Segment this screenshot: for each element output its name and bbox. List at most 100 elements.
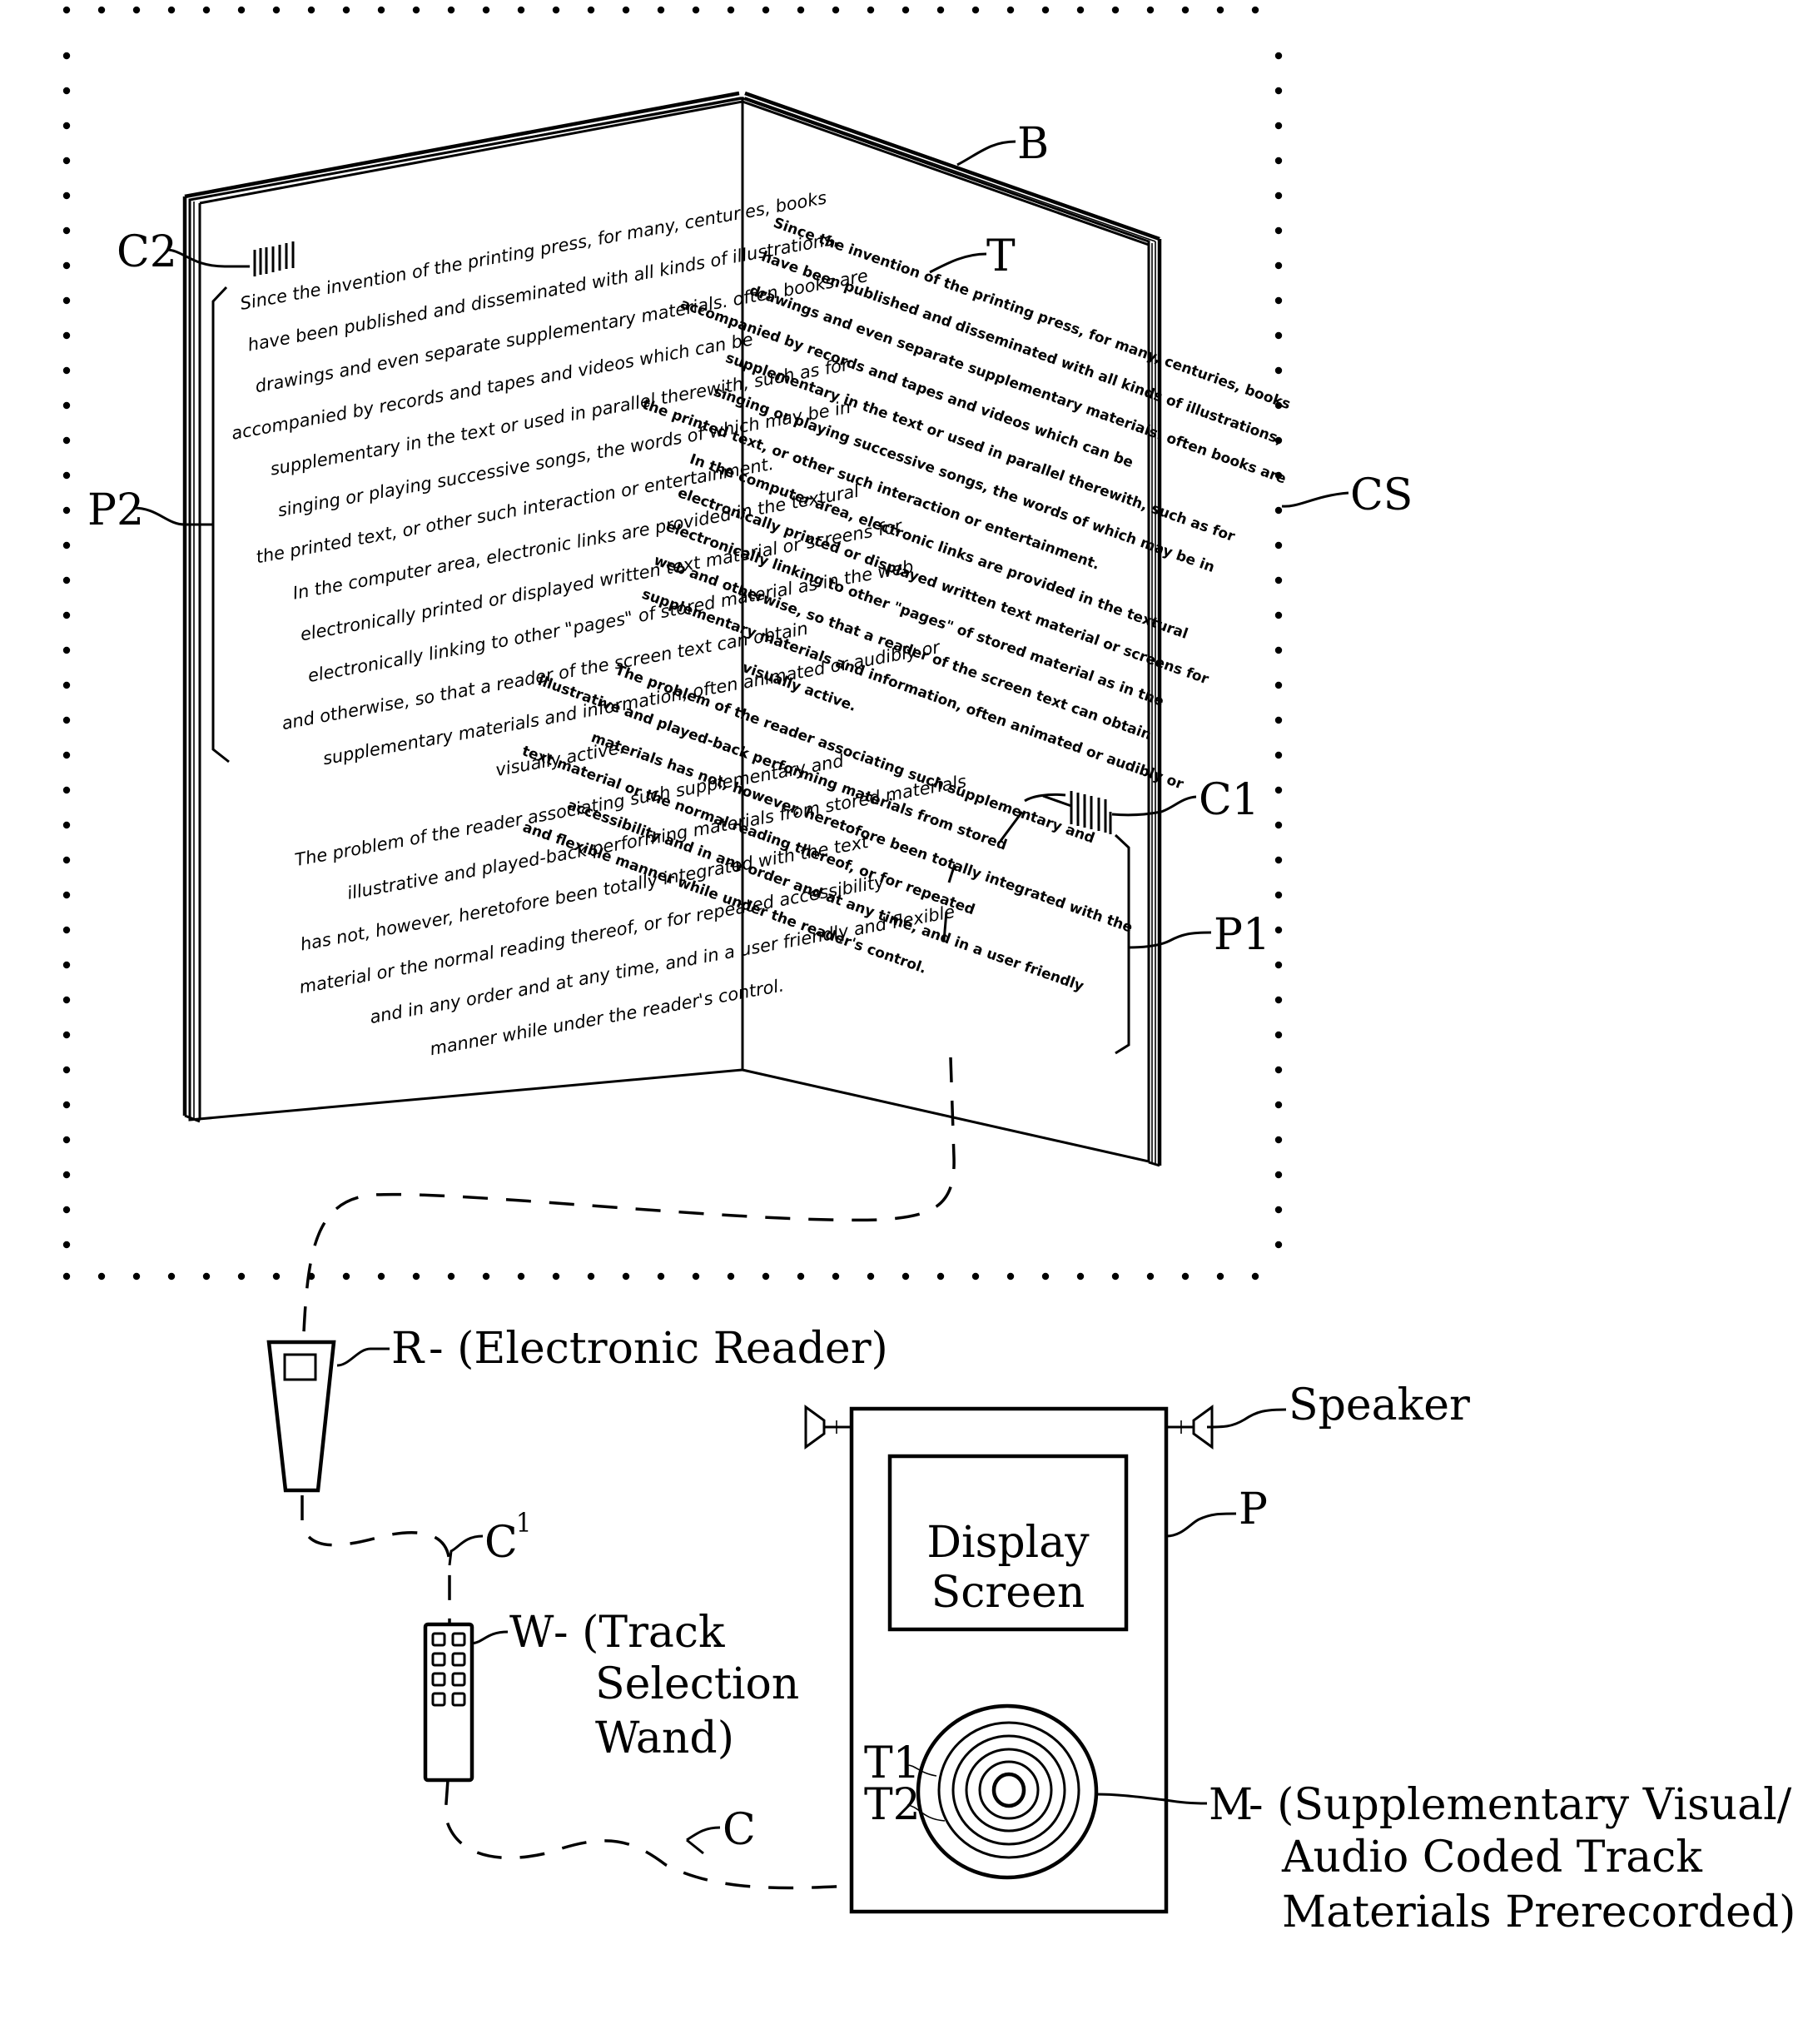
media-description-1: - (Supplementary Visual/ [1249,1780,1792,1830]
boundary-dot [62,1066,71,1074]
boundary-dot [62,6,71,14]
boundary-dot [1251,1272,1259,1281]
label-r: R [391,1324,425,1374]
boundary-dot [167,1272,176,1281]
boundary-dot [1274,576,1283,584]
media-description-3: Materials Prerecorded) [1282,1887,1793,1937]
boundary-dot [587,1272,595,1281]
boundary-dot [1274,961,1283,969]
boundary-dot [692,1272,700,1281]
label-cs: CS [1350,470,1413,520]
boundary-dot [657,1272,665,1281]
label-p2: P2 [87,485,144,535]
boundary-dot [1111,6,1120,14]
wand-button [431,1672,446,1687]
boundary-dot [97,6,106,14]
boundary-dot [1274,996,1283,1004]
screen-text-1: Display [926,1518,1090,1568]
boundary-dot [377,1272,385,1281]
boundary-dot [867,1272,875,1281]
boundary-dot [1274,611,1283,619]
boundary-dot [1274,1206,1283,1214]
wand-button [451,1632,466,1647]
boundary-dot [1274,681,1283,689]
boundary-dot [342,1272,350,1281]
boundary-dot [1274,506,1283,515]
boundary-dot [1146,6,1155,14]
boundary-dot [412,6,420,14]
boundary-dot [1274,856,1283,864]
electronic-reader [266,1340,336,1493]
label-b: B [1017,119,1049,169]
boundary-dot [482,6,490,14]
boundary-dot [762,1272,770,1281]
book: Since the invention of the printing pres… [182,91,1293,1167]
boundary-dot [62,786,71,794]
boundary-dot [1274,1171,1283,1179]
boundary-dot [62,122,71,130]
boundary-dot [237,1272,246,1281]
boundary-dot [1076,1272,1085,1281]
boundary-dot [1274,926,1283,934]
track-selection-wand [423,1622,474,1783]
label-c1-superscript: 1 [516,1507,531,1539]
boundary-dot [62,576,71,584]
reader-window [283,1353,317,1381]
label-c1: C1 [1199,775,1259,825]
boundary-dot [62,611,71,619]
boundary-dot [62,366,71,375]
cable-reader-to-wand [300,1495,451,1624]
boundary-dot [342,6,350,14]
label-m: M [1209,1780,1253,1830]
boundary-dot [832,1272,840,1281]
boundary-dot [901,1272,910,1281]
boundary-dot [867,6,875,14]
boundary-dot [1274,122,1283,130]
boundary-dot [62,191,71,200]
boundary-dot [62,646,71,654]
boundary-dot [1274,157,1283,165]
boundary-dot [62,52,71,60]
boundary-dot [727,1272,735,1281]
boundary-dot [62,1031,71,1039]
boundary-dot [62,1171,71,1179]
boundary-dot [1274,1136,1283,1144]
boundary-dot [1274,1241,1283,1249]
boundary-dot [1041,1272,1050,1281]
boundary-dot [132,6,141,14]
boundary-dot [622,1272,630,1281]
boundary-dot [62,471,71,480]
boundary-dot [237,6,246,14]
boundary-dot [797,1272,805,1281]
label-p: P [1239,1485,1268,1534]
label-c: C [723,1805,756,1855]
boundary-dot [62,401,71,410]
boundary-dot [62,1241,71,1249]
boundary-dot [1146,1272,1155,1281]
boundary-dot [1111,1272,1120,1281]
label-c1-cable: C [484,1518,518,1568]
speaker-right-icon [1166,1405,1214,1450]
boundary-dot [1274,87,1283,95]
boundary-dot [1274,716,1283,724]
boundary-dot [272,6,281,14]
boundary-dot [62,157,71,165]
boundary-dot [62,87,71,95]
boundary-dot [62,926,71,934]
boundary-dot [1006,6,1015,14]
player-device [804,1405,1214,1914]
boundary-dot [62,261,71,270]
boundary-dot [1274,296,1283,305]
boundary-dot [62,891,71,899]
wand-button [431,1692,446,1707]
boundary-dot [971,1272,980,1281]
boundary-dot [167,6,176,14]
boundary-dot [1274,1066,1283,1074]
boundary-dot [132,1272,141,1281]
boundary-dot [552,1272,560,1281]
boundary-dot [62,226,71,235]
boundary-dot [1274,751,1283,759]
boundary-dot [832,6,840,14]
boundary-dot [202,6,211,14]
boundary-dot [377,6,385,14]
